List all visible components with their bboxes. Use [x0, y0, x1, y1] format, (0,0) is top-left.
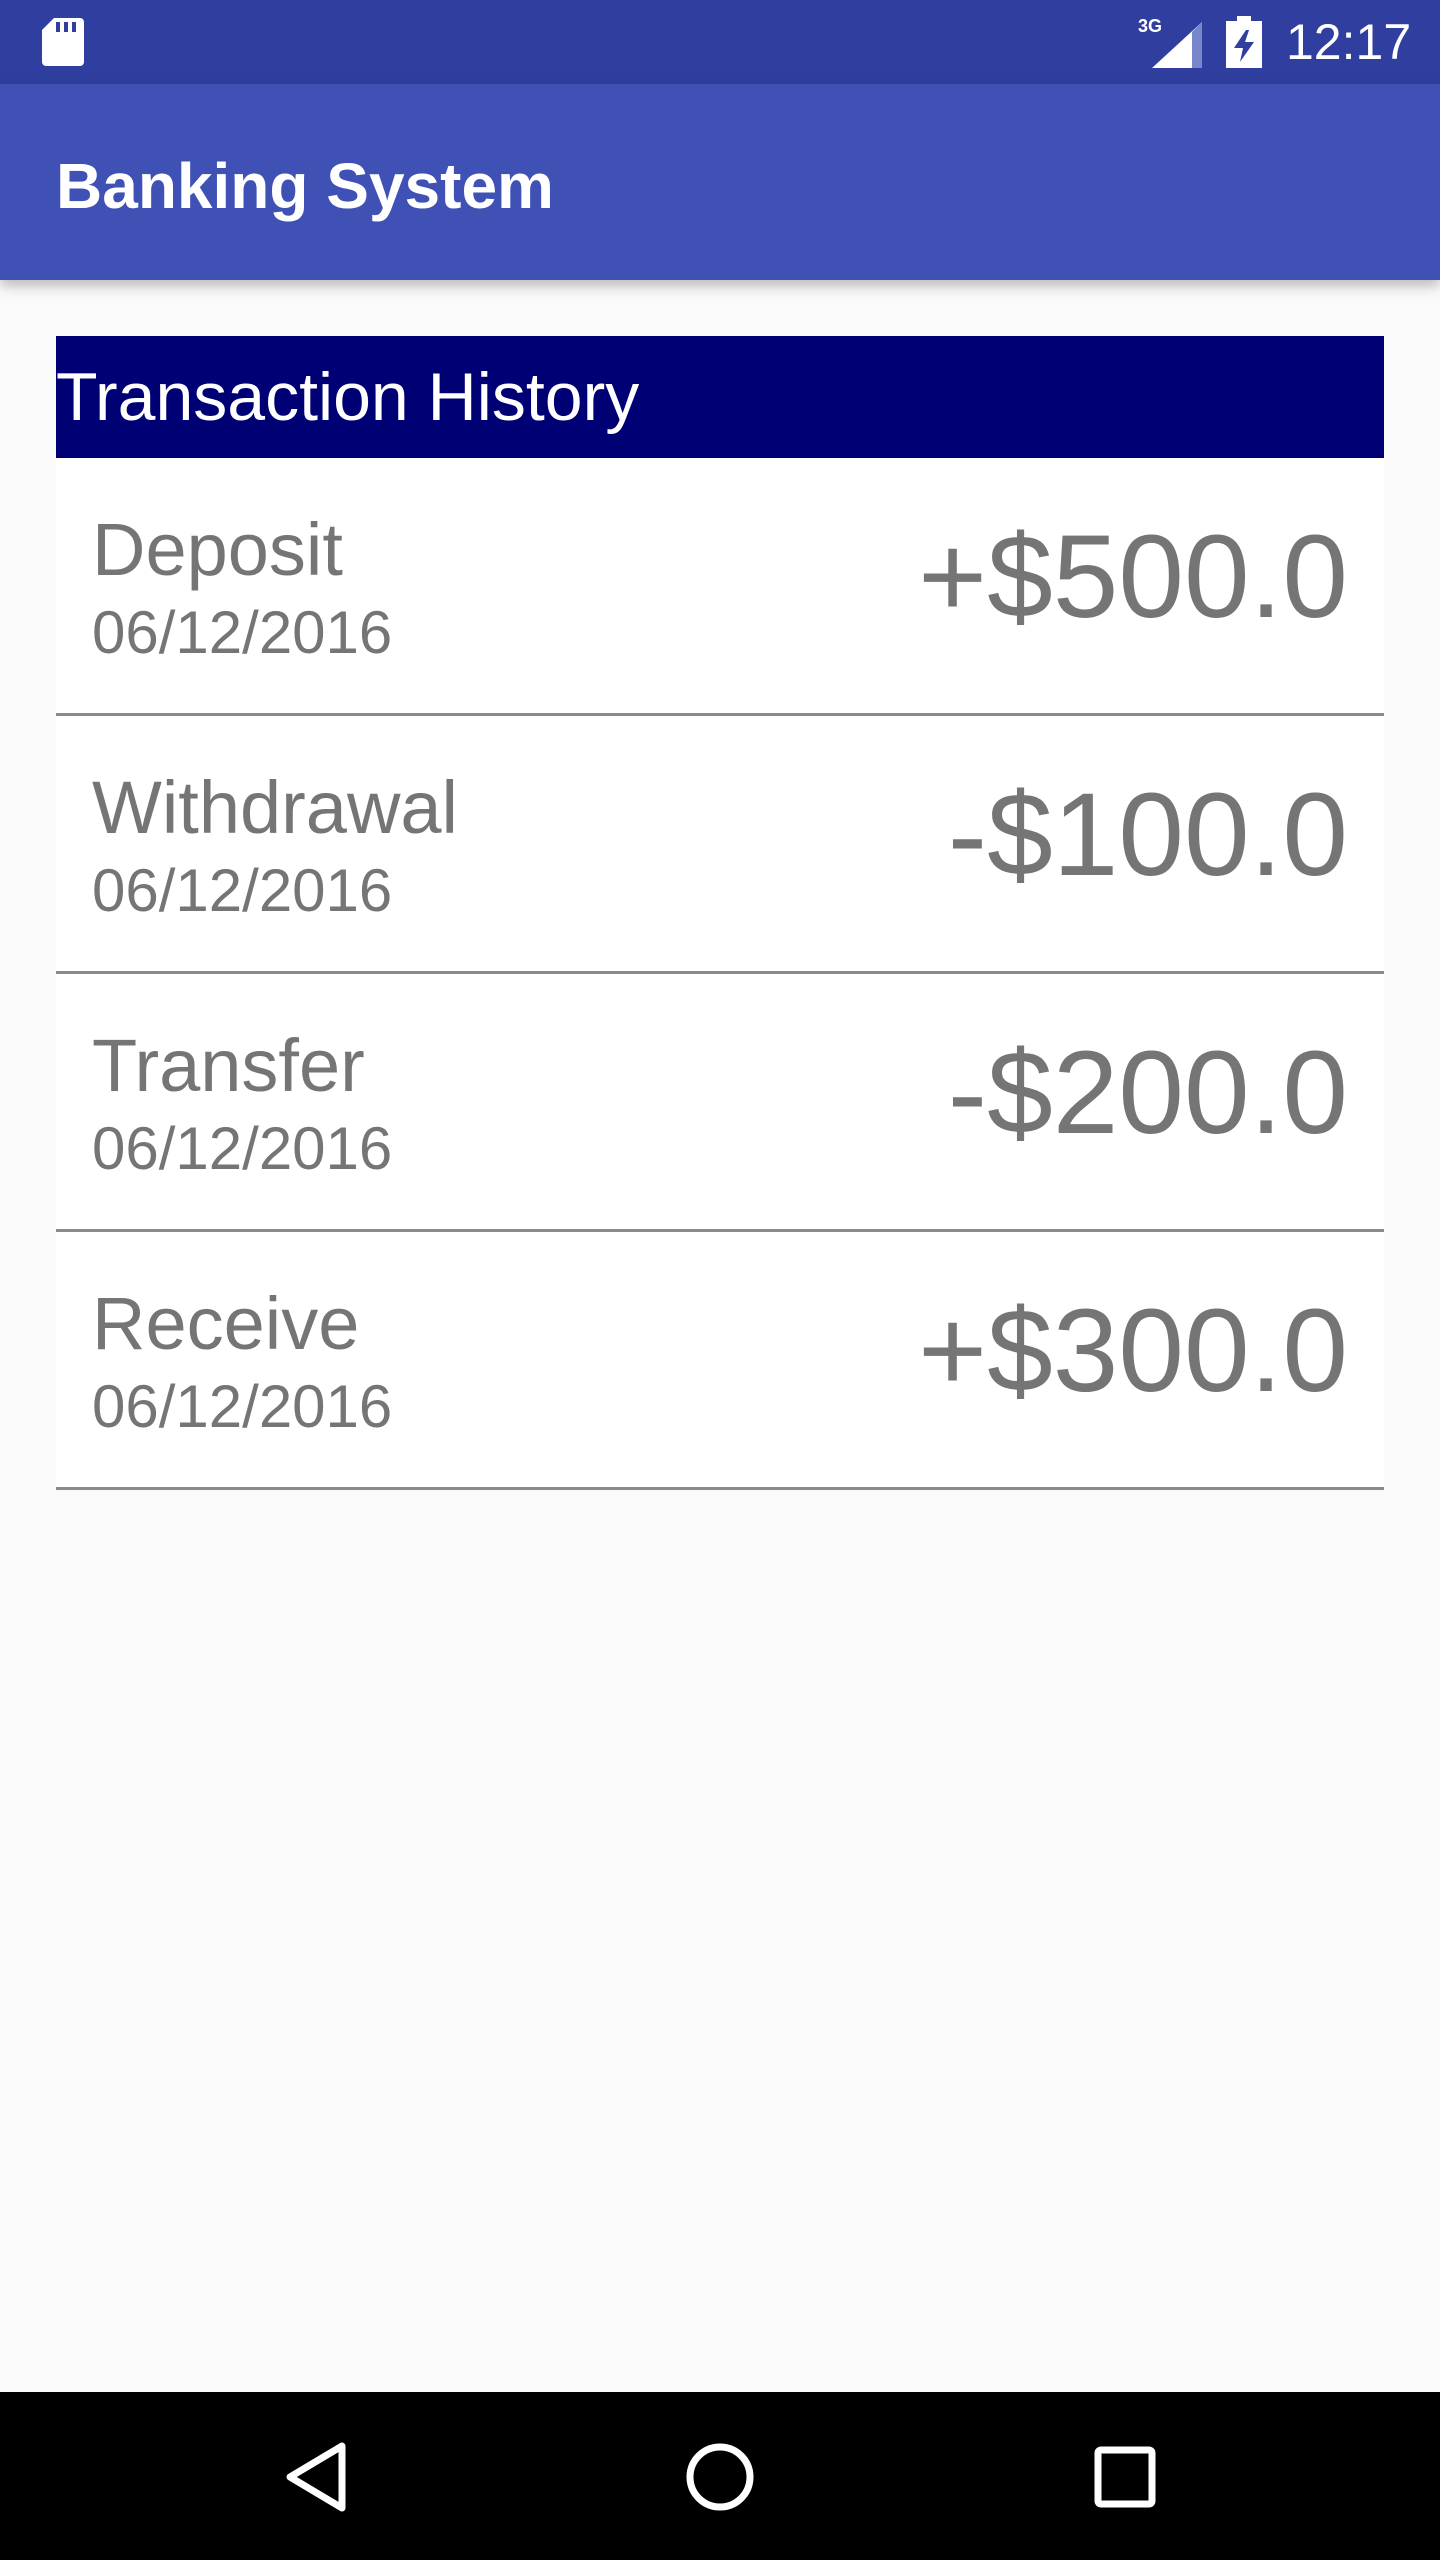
- navigation-bar: [0, 2392, 1440, 2560]
- transaction-row-deposit[interactable]: Deposit 06/12/2016 +$500.0: [56, 458, 1384, 716]
- transaction-row-withdrawal[interactable]: Withdrawal 06/12/2016 -$100.0: [56, 716, 1384, 974]
- network-type-label: 3G: [1138, 16, 1162, 36]
- transaction-row-receive[interactable]: Receive 06/12/2016 +$300.0: [56, 1232, 1384, 1490]
- transaction-date: 06/12/2016: [92, 1373, 393, 1440]
- transaction-history-header: Transaction History: [56, 336, 1384, 458]
- back-icon[interactable]: [272, 2432, 362, 2522]
- app-bar: Banking System: [0, 84, 1440, 280]
- recents-icon[interactable]: [1080, 2432, 1170, 2522]
- sd-card-icon: [42, 18, 84, 66]
- transaction-amount: -$100.0: [947, 769, 1348, 901]
- transaction-date: 06/12/2016: [92, 1115, 393, 1182]
- status-bar: 3G 12:17: [0, 0, 1440, 84]
- transaction-amount: +$300.0: [918, 1285, 1348, 1417]
- transaction-type: Receive: [92, 1282, 360, 1365]
- battery-icon: [1226, 16, 1262, 68]
- transaction-amount: -$200.0: [947, 1027, 1348, 1159]
- transaction-row-transfer[interactable]: Transfer 06/12/2016 -$200.0: [56, 974, 1384, 1232]
- transaction-date: 06/12/2016: [92, 599, 393, 666]
- signal-icon: 3G: [1138, 16, 1202, 68]
- home-icon[interactable]: [675, 2432, 765, 2522]
- transaction-date: 06/12/2016: [92, 857, 393, 924]
- status-clock: 12:17: [1286, 14, 1412, 70]
- transaction-type: Transfer: [92, 1024, 365, 1107]
- transaction-amount: +$500.0: [918, 511, 1348, 643]
- transaction-history-panel: Transaction History Deposit 06/12/2016 +…: [56, 336, 1384, 1490]
- app-title: Banking System: [56, 150, 554, 222]
- transaction-type: Withdrawal: [92, 766, 458, 849]
- transaction-type: Deposit: [92, 508, 343, 591]
